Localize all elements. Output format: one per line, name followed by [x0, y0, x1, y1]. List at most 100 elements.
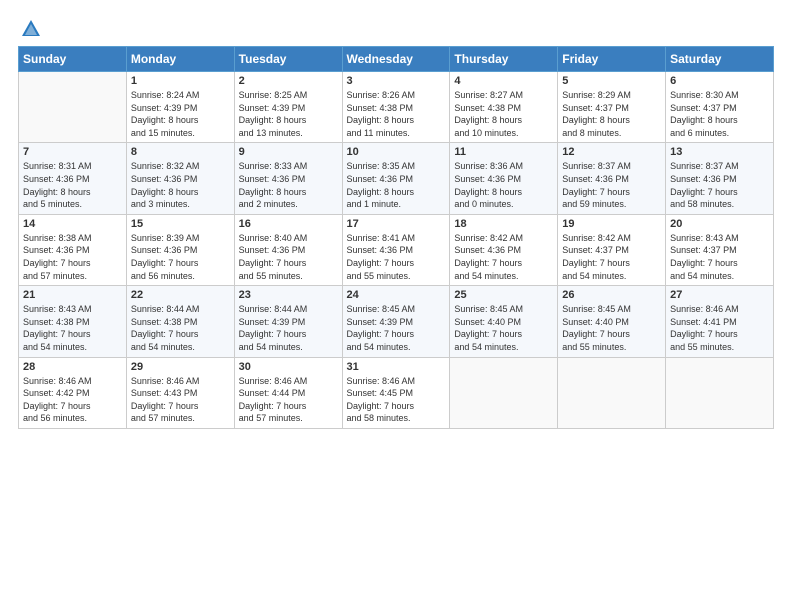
- day-number: 2: [239, 75, 338, 87]
- calendar-cell: 8 Sunrise: 8:32 AM Sunset: 4:36 PM Daylig…: [126, 143, 234, 214]
- calendar-cell: 10 Sunrise: 8:35 AM Sunset: 4:36 PM Dayli…: [342, 143, 450, 214]
- day-info: Sunrise: 8:38 AM Sunset: 4:36 PM Dayligh…: [23, 232, 122, 282]
- day-info: Sunrise: 8:27 AM Sunset: 4:38 PM Dayligh…: [454, 89, 553, 139]
- day-number: 10: [347, 146, 446, 158]
- day-info: Sunrise: 8:39 AM Sunset: 4:36 PM Dayligh…: [131, 232, 230, 282]
- calendar-cell: 31Sunrise: 8:46 AM Sunset: 4:45 PM Dayli…: [342, 357, 450, 428]
- day-info: Sunrise: 8:46 AM Sunset: 4:44 PM Dayligh…: [239, 375, 338, 425]
- day-info: Sunrise: 8:43 AM Sunset: 4:38 PM Dayligh…: [23, 303, 122, 353]
- calendar-cell: 1 Sunrise: 8:24 AM Sunset: 4:39 PM Daylig…: [126, 72, 234, 143]
- day-number: 1: [131, 75, 230, 87]
- day-info: Sunrise: 8:31 AM Sunset: 4:36 PM Dayligh…: [23, 160, 122, 210]
- day-number: 4: [454, 75, 553, 87]
- calendar-cell: 2 Sunrise: 8:25 AM Sunset: 4:39 PM Daylig…: [234, 72, 342, 143]
- day-info: Sunrise: 8:45 AM Sunset: 4:40 PM Dayligh…: [454, 303, 553, 353]
- day-info: Sunrise: 8:35 AM Sunset: 4:36 PM Dayligh…: [347, 160, 446, 210]
- day-info: Sunrise: 8:36 AM Sunset: 4:36 PM Dayligh…: [454, 160, 553, 210]
- day-number: 11: [454, 146, 553, 158]
- calendar-cell: 29 Sunrise: 8:46 AM Sunset: 4:43 PM Dayli…: [126, 357, 234, 428]
- day-info: Sunrise: 8:40 AM Sunset: 4:36 PM Dayligh…: [239, 232, 338, 282]
- day-number: 19: [562, 218, 661, 230]
- day-number: 13: [670, 146, 769, 158]
- calendar-cell: 17 Sunrise: 8:41 AM Sunset: 4:36 PM Dayli…: [342, 214, 450, 285]
- calendar-cell: 21 Sunrise: 8:43 AM Sunset: 4:38 PM Dayli…: [19, 286, 127, 357]
- day-info: Sunrise: 8:41 AM Sunset: 4:36 PM Dayligh…: [347, 232, 446, 282]
- day-info: Sunrise: 8:44 AM Sunset: 4:39 PM Dayligh…: [239, 303, 338, 353]
- day-info: Sunrise: 8:45 AM Sunset: 4:40 PM Dayligh…: [562, 303, 661, 353]
- calendar-cell: 18 Sunrise: 8:42 AM Sunset: 4:36 PM Dayli…: [450, 214, 558, 285]
- day-number: 20: [670, 218, 769, 230]
- calendar-cell: 5Sunrise: 8:29 AM Sunset: 4:37 PM Daylig…: [558, 72, 666, 143]
- calendar-cell: 13 Sunrise: 8:37 AM Sunset: 4:36 PM Dayli…: [666, 143, 774, 214]
- calendar-cell: [450, 357, 558, 428]
- weekday-header: Tuesday: [234, 47, 342, 72]
- calendar-cell: [19, 72, 127, 143]
- day-info: Sunrise: 8:33 AM Sunset: 4:36 PM Dayligh…: [239, 160, 338, 210]
- calendar-cell: 19 Sunrise: 8:42 AM Sunset: 4:37 PM Dayli…: [558, 214, 666, 285]
- day-info: Sunrise: 8:46 AM Sunset: 4:43 PM Dayligh…: [131, 375, 230, 425]
- calendar-cell: 15Sunrise: 8:39 AM Sunset: 4:36 PM Dayli…: [126, 214, 234, 285]
- calendar-cell: 7 Sunrise: 8:31 AM Sunset: 4:36 PM Daylig…: [19, 143, 127, 214]
- day-number: 21: [23, 289, 122, 301]
- calendar-cell: 9 Sunrise: 8:33 AM Sunset: 4:36 PM Daylig…: [234, 143, 342, 214]
- calendar-cell: 16 Sunrise: 8:40 AM Sunset: 4:36 PM Dayli…: [234, 214, 342, 285]
- calendar-cell: 24 Sunrise: 8:45 AM Sunset: 4:39 PM Dayli…: [342, 286, 450, 357]
- day-number: 3: [347, 75, 446, 87]
- day-number: 17: [347, 218, 446, 230]
- day-info: Sunrise: 8:30 AM Sunset: 4:37 PM Dayligh…: [670, 89, 769, 139]
- day-info: Sunrise: 8:42 AM Sunset: 4:36 PM Dayligh…: [454, 232, 553, 282]
- day-number: 24: [347, 289, 446, 301]
- day-number: 30: [239, 361, 338, 373]
- day-info: Sunrise: 8:37 AM Sunset: 4:36 PM Dayligh…: [562, 160, 661, 210]
- day-info: Sunrise: 8:25 AM Sunset: 4:39 PM Dayligh…: [239, 89, 338, 139]
- day-number: 9: [239, 146, 338, 158]
- day-number: 6: [670, 75, 769, 87]
- day-number: 28: [23, 361, 122, 373]
- day-info: Sunrise: 8:24 AM Sunset: 4:39 PM Dayligh…: [131, 89, 230, 139]
- day-info: Sunrise: 8:32 AM Sunset: 4:36 PM Dayligh…: [131, 160, 230, 210]
- calendar-cell: 12Sunrise: 8:37 AM Sunset: 4:36 PM Dayli…: [558, 143, 666, 214]
- calendar-cell: 14 Sunrise: 8:38 AM Sunset: 4:36 PM Dayli…: [19, 214, 127, 285]
- calendar-cell: 11 Sunrise: 8:36 AM Sunset: 4:36 PM Dayli…: [450, 143, 558, 214]
- weekday-header: Thursday: [450, 47, 558, 72]
- weekday-header: Saturday: [666, 47, 774, 72]
- day-number: 27: [670, 289, 769, 301]
- calendar-cell: 22 Sunrise: 8:44 AM Sunset: 4:38 PM Dayli…: [126, 286, 234, 357]
- day-number: 25: [454, 289, 553, 301]
- day-number: 14: [23, 218, 122, 230]
- day-number: 31: [347, 361, 446, 373]
- day-number: 5: [562, 75, 661, 87]
- day-number: 22: [131, 289, 230, 301]
- calendar-cell: 23 Sunrise: 8:44 AM Sunset: 4:39 PM Dayli…: [234, 286, 342, 357]
- day-number: 7: [23, 146, 122, 158]
- day-info: Sunrise: 8:46 AM Sunset: 4:42 PM Dayligh…: [23, 375, 122, 425]
- calendar-cell: [558, 357, 666, 428]
- day-number: 16: [239, 218, 338, 230]
- day-info: Sunrise: 8:42 AM Sunset: 4:37 PM Dayligh…: [562, 232, 661, 282]
- weekday-header: Monday: [126, 47, 234, 72]
- calendar-cell: 20Sunrise: 8:43 AM Sunset: 4:37 PM Dayli…: [666, 214, 774, 285]
- day-info: Sunrise: 8:45 AM Sunset: 4:39 PM Dayligh…: [347, 303, 446, 353]
- logo-icon: [20, 18, 42, 40]
- calendar-cell: 28 Sunrise: 8:46 AM Sunset: 4:42 PM Dayli…: [19, 357, 127, 428]
- day-number: 18: [454, 218, 553, 230]
- weekday-header: Wednesday: [342, 47, 450, 72]
- day-info: Sunrise: 8:44 AM Sunset: 4:38 PM Dayligh…: [131, 303, 230, 353]
- day-number: 26: [562, 289, 661, 301]
- calendar-cell: [666, 357, 774, 428]
- day-info: Sunrise: 8:26 AM Sunset: 4:38 PM Dayligh…: [347, 89, 446, 139]
- calendar-cell: 4 Sunrise: 8:27 AM Sunset: 4:38 PM Daylig…: [450, 72, 558, 143]
- weekday-header: Sunday: [19, 47, 127, 72]
- calendar: SundayMondayTuesdayWednesdayThursdayFrid…: [18, 46, 774, 429]
- day-number: 8: [131, 146, 230, 158]
- calendar-cell: 30 Sunrise: 8:46 AM Sunset: 4:44 PM Dayli…: [234, 357, 342, 428]
- calendar-cell: 3 Sunrise: 8:26 AM Sunset: 4:38 PM Daylig…: [342, 72, 450, 143]
- day-number: 29: [131, 361, 230, 373]
- header: [18, 18, 774, 36]
- day-number: 23: [239, 289, 338, 301]
- weekday-header: Friday: [558, 47, 666, 72]
- day-info: Sunrise: 8:37 AM Sunset: 4:36 PM Dayligh…: [670, 160, 769, 210]
- page: SundayMondayTuesdayWednesdayThursdayFrid…: [0, 0, 792, 612]
- calendar-cell: 25 Sunrise: 8:45 AM Sunset: 4:40 PM Dayli…: [450, 286, 558, 357]
- calendar-cell: 6 Sunrise: 8:30 AM Sunset: 4:37 PM Daylig…: [666, 72, 774, 143]
